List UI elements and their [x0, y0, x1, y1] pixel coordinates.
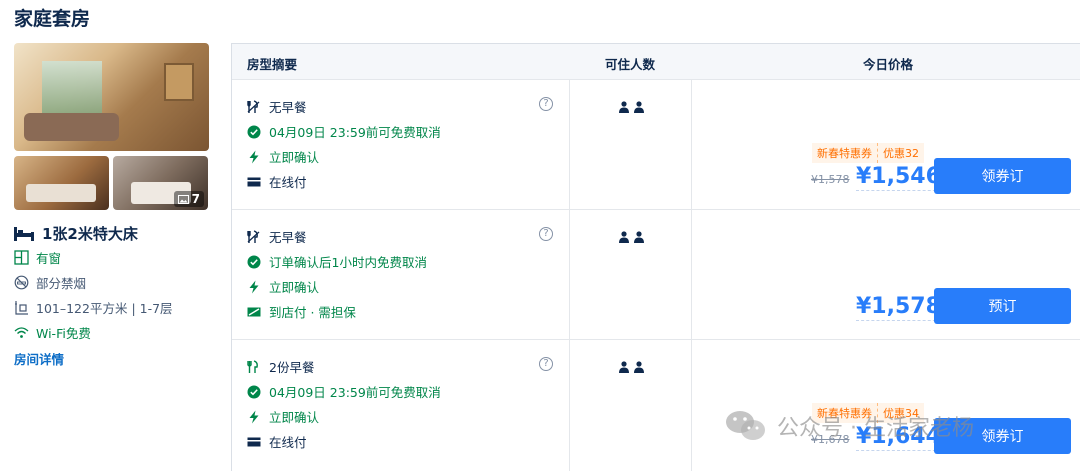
feature-smoking-label: 部分禁烟 [36, 276, 87, 291]
table-row: 2份早餐 ? 04月09日 23:59前可免费取消 立即确认 在线付 新春特惠券… [232, 339, 1080, 469]
header-summary: 房型摘要 [247, 57, 298, 72]
header-price: 今日价格 [863, 57, 914, 72]
window-icon [14, 250, 29, 265]
bed-icon [14, 226, 34, 241]
confirm-policy: 立即确认 [247, 147, 319, 166]
check-circle-icon [247, 255, 261, 268]
check-circle-icon [247, 385, 261, 398]
feature-wifi: Wi-Fi免费 [14, 323, 91, 342]
payment-policy: 在线付 [247, 432, 307, 451]
payment-policy: 在线付 [247, 172, 307, 191]
meal-icon [247, 359, 258, 373]
coupon-tags: 新春特惠券 优惠32 [812, 143, 924, 163]
no-meal-icon [247, 229, 260, 243]
cancel-policy[interactable]: 04月09日 23:59前可免费取消 [247, 382, 441, 401]
lightning-icon [249, 280, 259, 293]
meal-label: 无早餐 [269, 230, 307, 245]
coupon-label: 新春特惠券 [812, 403, 877, 423]
room-main-photo[interactable] [14, 43, 209, 151]
person-icon [619, 101, 629, 113]
confirm-label: 立即确认 [269, 410, 320, 425]
meal-policy: 无早餐 [247, 227, 307, 246]
current-price[interactable]: ¥1,644 [856, 424, 941, 451]
feature-window: 有窗 [14, 248, 61, 267]
table-header: 房型摘要 可住人数 今日价格 [232, 44, 1080, 79]
lightning-icon [249, 410, 259, 423]
meal-policy: 2份早餐 [247, 357, 314, 376]
person-icon [619, 361, 629, 373]
cancel-policy[interactable]: 04月09日 23:59前可免费取消 [247, 122, 441, 141]
meal-label: 无早餐 [269, 100, 307, 115]
coupon-discount: 优惠32 [877, 143, 924, 163]
confirm-label: 立即确认 [269, 280, 320, 295]
payment-label: 在线付 [269, 175, 307, 190]
payment-label: 在线付 [269, 435, 307, 450]
confirm-policy: 立即确认 [247, 407, 319, 426]
table-row: 无早餐 ? 04月09日 23:59前可免费取消 立即确认 在线付 新春特惠券 … [232, 79, 1080, 209]
bed-type: 1张2米特大床 [14, 223, 138, 244]
wifi-icon [14, 327, 29, 338]
meal-policy: 无早餐 [247, 97, 307, 116]
photo-count-badge[interactable]: 7 [173, 191, 204, 207]
occupancy-icons [618, 361, 645, 373]
confirm-policy: 立即确认 [247, 277, 319, 296]
feature-smoking: 部分禁烟 [14, 273, 86, 292]
current-price[interactable]: ¥1,578 [856, 294, 941, 321]
book-button[interactable]: 预订 [934, 288, 1071, 324]
feature-area-floor: 101–122平方米 | 1-7层 [14, 298, 173, 317]
person-icon [634, 361, 644, 373]
person-icon [619, 231, 629, 243]
cancel-label: 04月09日 23:59前可免费取消 [269, 125, 441, 140]
payment-label: 到店付 · 需担保 [269, 305, 356, 320]
coupon-book-button[interactable]: 领券订 [934, 418, 1071, 454]
person-icon [634, 101, 644, 113]
no-smoking-icon [14, 275, 29, 290]
feature-area-floor-label: 101–122平方米 | 1-7层 [36, 301, 173, 316]
room-detail-link[interactable]: 房间详情 [14, 349, 64, 368]
card-icon [247, 437, 261, 446]
check-circle-icon [247, 125, 261, 138]
coupon-discount: 优惠34 [877, 403, 924, 423]
area-icon [15, 301, 28, 315]
current-price[interactable]: ¥1,546 [856, 164, 941, 191]
cancel-label: 订单确认后1小时内免费取消 [269, 255, 427, 270]
cancel-label: 04月09日 23:59前可免费取消 [269, 385, 441, 400]
feature-window-label: 有窗 [36, 251, 62, 266]
rate-plan-table: 房型摘要 可住人数 今日价格 无早餐 ? 04月09日 23:59前可免费取消 … [231, 43, 1080, 471]
occupancy-icons [618, 101, 645, 113]
bed-type-label: 1张2米特大床 [42, 225, 138, 243]
original-price: ¥1,678 [811, 433, 850, 446]
image-icon [177, 194, 189, 204]
table-row: 无早餐 ? 订单确认后1小时内免费取消 立即确认 到店付 · 需担保 ¥1,57… [232, 209, 1080, 339]
cancel-policy[interactable]: 订单确认后1小时内免费取消 [247, 252, 427, 271]
person-icon [634, 231, 644, 243]
pay-at-hotel-icon [247, 307, 261, 316]
payment-policy: 到店付 · 需担保 [247, 302, 356, 321]
original-price: ¥1,578 [811, 173, 850, 186]
no-meal-icon [247, 99, 260, 113]
lightning-icon [249, 150, 259, 163]
coupon-label: 新春特惠券 [812, 143, 877, 163]
help-icon[interactable]: ? [539, 97, 553, 111]
occupancy-icons [618, 231, 645, 243]
coupon-tags: 新春特惠券 优惠34 [812, 403, 924, 423]
help-icon[interactable]: ? [539, 227, 553, 241]
card-icon [247, 177, 261, 186]
header-occupancy: 可住人数 [605, 57, 656, 72]
confirm-label: 立即确认 [269, 150, 320, 165]
coupon-book-button[interactable]: 领券订 [934, 158, 1071, 194]
meal-label: 2份早餐 [269, 360, 315, 375]
room-thumb-photo[interactable] [14, 156, 109, 210]
room-thumb-photo[interactable]: 7 [113, 156, 208, 210]
room-title: 家庭套房 [14, 8, 91, 30]
feature-wifi-label: Wi-Fi免费 [36, 326, 91, 341]
help-icon[interactable]: ? [539, 357, 553, 371]
photo-count: 7 [191, 192, 200, 206]
